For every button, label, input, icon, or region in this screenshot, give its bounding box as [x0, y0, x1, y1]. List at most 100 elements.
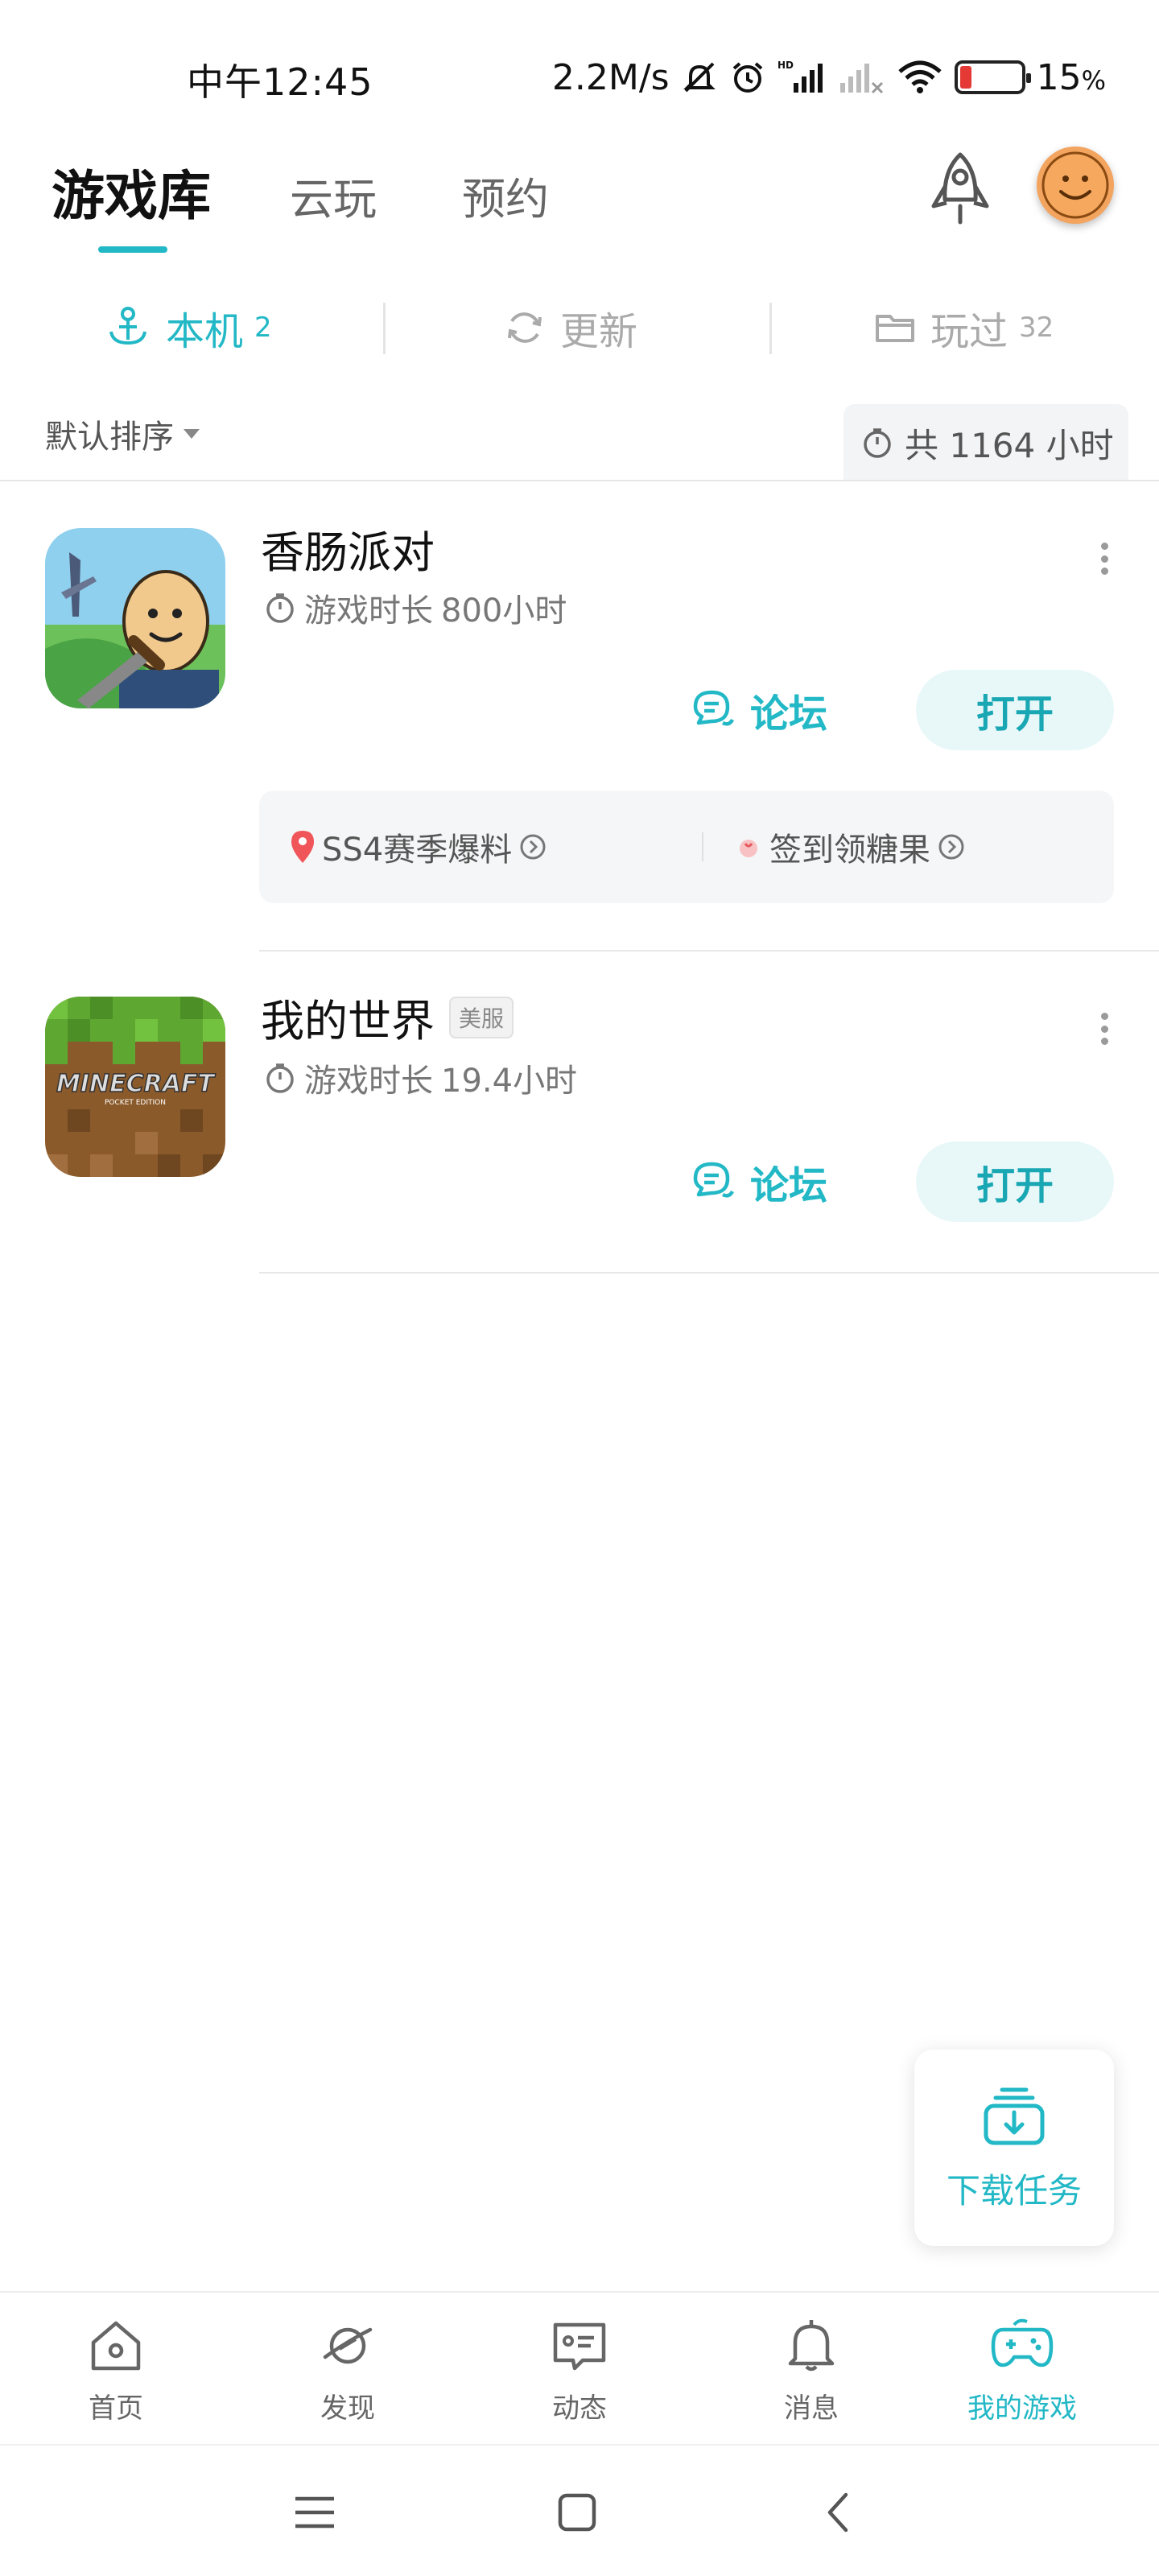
forum-button[interactable]: 论坛 [691, 670, 827, 750]
status-indicators: 2.2M/s HD 15% [552, 53, 1106, 101]
subtab-divider [769, 303, 772, 354]
more-options-icon[interactable] [1088, 1005, 1120, 1053]
promo-season-label: SS4赛季爆料 [322, 832, 513, 869]
signal-empty-icon [839, 64, 883, 94]
subtab-local-label: 本机 [166, 309, 244, 354]
download-tasks-button[interactable]: 下载任务 [914, 2050, 1114, 2246]
subtab-played[interactable]: 玩过 32 [874, 293, 1054, 362]
sub-tabs: 本机 2 更新 玩过 32 [0, 293, 1159, 362]
divider [259, 1272, 1159, 1274]
pin-icon [291, 831, 314, 863]
game-icon-sausage-party[interactable] [45, 528, 225, 708]
download-tray-icon [984, 2087, 1045, 2145]
alarm-icon [732, 62, 762, 93]
forum-button[interactable]: 论坛 [691, 1141, 827, 1222]
message-card-icon [553, 2322, 606, 2371]
stopwatch-icon [266, 593, 294, 623]
planet-icon [323, 2327, 373, 2364]
chevron-right-circle-icon [938, 834, 964, 860]
user-avatar[interactable] [1037, 147, 1114, 224]
stopwatch-icon [864, 428, 891, 458]
game-icon-minecraft[interactable]: MINECRAFT POCKET EDITION [45, 997, 225, 1177]
more-options-icon[interactable] [1088, 535, 1120, 583]
total-hours-label: 共 1164 小时 [905, 425, 1114, 465]
nav-discover-label: 发现 [320, 2392, 375, 2425]
play-time-label: 游戏时长 [304, 592, 433, 630]
subtab-played-count: 32 [1019, 312, 1054, 344]
rocket-icon[interactable] [924, 150, 996, 227]
download-tasks-label: 下载任务 [946, 2170, 1082, 2211]
nav-discover[interactable]: 发现 [267, 2317, 428, 2425]
active-tab-indicator [98, 246, 167, 253]
subtab-updates[interactable]: 更新 [504, 293, 637, 362]
play-time-value: 19.4小时 [441, 1063, 578, 1100]
play-time: 游戏时长 19.4小时 [264, 1055, 577, 1101]
play-time: 游戏时长 800小时 [264, 584, 567, 631]
server-badge: 美服 [449, 996, 514, 1038]
game-card: MINECRAFT POCKET EDITION 我的世界 美服 游戏时长 19… [0, 952, 1159, 1274]
chevron-right-circle-icon [520, 834, 546, 860]
total-hours: 共 1164 小时 [843, 404, 1128, 481]
subtab-played-label: 玩过 [930, 309, 1008, 354]
nav-messages[interactable]: 消息 [731, 2317, 892, 2425]
promo-bar: SS4赛季爆料 签到领糖果 [259, 791, 1114, 903]
promo-checkin-label: 签到领糖果 [769, 832, 930, 869]
status-bar: 中午12:45 2.2M/s HD 15% [0, 0, 1159, 153]
refresh-icon [508, 312, 542, 343]
play-time-value: 800小时 [441, 592, 567, 630]
smiley-avatar-icon [1041, 151, 1109, 219]
nav-feed-label: 动态 [552, 2392, 607, 2425]
minecraft-logo-text: MINECRAFT [56, 1070, 216, 1098]
menu-icon[interactable] [287, 2484, 343, 2541]
battery-icon [954, 60, 1031, 94]
stopwatch-icon [266, 1063, 294, 1093]
wifi-icon [897, 60, 942, 93]
battery-percent: 15% [1036, 56, 1106, 98]
forum-label: 论坛 [750, 1163, 828, 1208]
game-title: 我的世界 美服 [261, 985, 514, 1049]
nav-home-label: 首页 [89, 2392, 143, 2425]
subtab-divider [383, 303, 386, 354]
nav-my-games-label: 我的游戏 [967, 2392, 1077, 2425]
promo-season-news[interactable]: SS4赛季爆料 [290, 791, 547, 903]
promo-checkin-candy[interactable]: 签到领糖果 [734, 791, 966, 903]
subtab-updates-label: 更新 [560, 309, 638, 354]
minecraft-logo-subtext: POCKET EDITION [105, 1099, 166, 1107]
game-title-text: 我的世界 [261, 996, 435, 1046]
tab-cloud-play[interactable]: 云玩 [290, 163, 377, 227]
nav-my-games[interactable]: 我的游戏 [942, 2317, 1103, 2425]
mute-bell-icon [683, 62, 716, 93]
tab-reservations[interactable]: 预约 [462, 163, 549, 227]
nav-home[interactable]: 首页 [35, 2317, 196, 2425]
candy-icon [740, 840, 757, 857]
folder-icon [876, 315, 914, 342]
open-game-button[interactable]: 打开 [916, 1141, 1114, 1222]
status-time: 中午12:45 [187, 60, 373, 104]
anchor-icon [109, 307, 146, 345]
forum-label: 论坛 [750, 691, 828, 737]
promo-divider [702, 832, 703, 861]
system-navigation-bar [0, 2444, 1159, 2576]
game-title-text: 香肠派对 [261, 527, 435, 578]
forum-chat-icon [693, 690, 735, 726]
bottom-nav: 首页 发现 动态 消息 我的游戏 [0, 2291, 1159, 2444]
subtab-local-count: 2 [254, 312, 272, 344]
tab-game-library[interactable]: 游戏库 [52, 153, 211, 230]
subtab-local[interactable]: 本机 2 [105, 293, 272, 362]
gamepad-icon [991, 2318, 1054, 2368]
network-speed: 2.2M/s [551, 56, 670, 98]
game-card: 香肠派对 游戏时长 800小时 论坛 打开 SS4赛季爆料 签到领糖果 [0, 480, 1159, 952]
open-game-button[interactable]: 打开 [916, 670, 1114, 750]
signal-hd-icon: HD [777, 60, 823, 93]
forum-chat-icon [693, 1162, 735, 1198]
nav-messages-label: 消息 [784, 2392, 839, 2425]
caret-down-icon [184, 429, 200, 439]
sort-dropdown[interactable]: 默认排序 [45, 411, 200, 457]
sort-label: 默认排序 [45, 419, 174, 456]
home-square-icon[interactable] [549, 2484, 605, 2541]
back-icon[interactable] [810, 2484, 866, 2541]
nav-feed[interactable]: 动态 [499, 2317, 660, 2425]
home-icon [91, 2321, 141, 2371]
svg-text:HD: HD [777, 60, 794, 71]
bell-icon [788, 2320, 835, 2372]
